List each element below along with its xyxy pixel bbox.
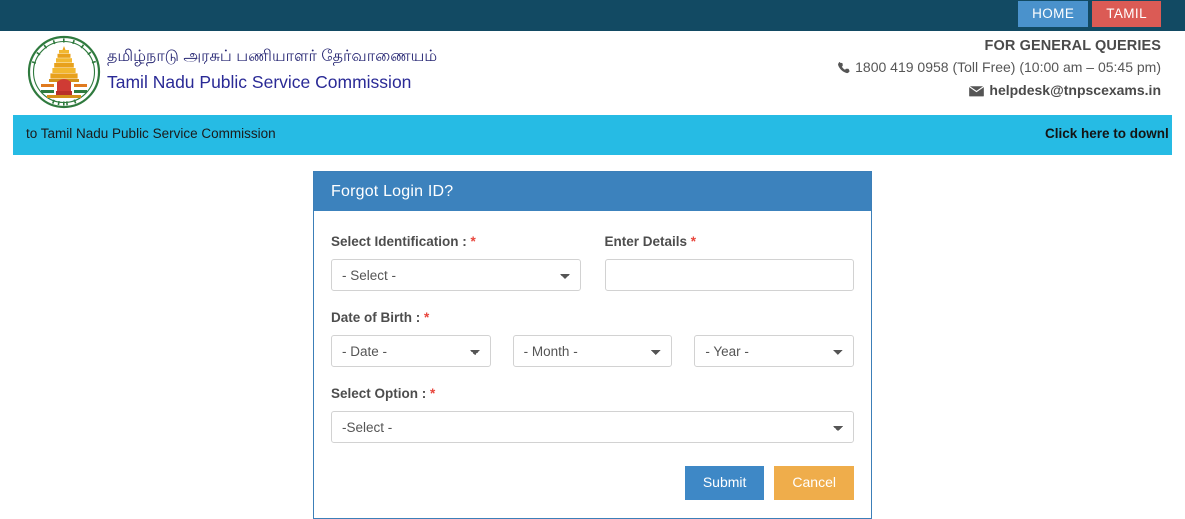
cancel-button[interactable]: Cancel [774, 466, 854, 500]
option-required-marker: * [430, 386, 436, 401]
dob-required-marker: * [424, 310, 430, 325]
helpdesk-email-line: helpdesk@tnpscexams.in [837, 79, 1161, 102]
general-queries-title: FOR GENERAL QUERIES [984, 38, 1161, 54]
emblem-icon [27, 35, 101, 109]
forgot-login-id-panel: Forgot Login ID? Select Identification :… [313, 171, 872, 519]
site-header: தமிழ்நாடு அரசுப் பணியாளர் தேர்வாணையம் Ta… [0, 31, 1185, 114]
panel-header: Forgot Login ID? [314, 172, 871, 211]
dob-selects-row: - Date - - Month - - Year - [331, 335, 855, 367]
identification-details-row: Select Identification : * - Select - Ent… [331, 233, 854, 291]
form-action-buttons: Submit Cancel [331, 466, 854, 500]
home-button[interactable]: HOME [1018, 1, 1089, 27]
marquee-text-left: to Tamil Nadu Public Service Commission [26, 126, 276, 141]
details-input[interactable] [604, 259, 854, 291]
phone-icon [837, 57, 850, 79]
helpline-phone-number: 1800 419 0958 (Toll Free) (10:00 am – 05… [855, 59, 1161, 75]
details-label: Enter Details * [604, 234, 697, 249]
tamil-button[interactable]: TAMIL [1092, 1, 1161, 27]
org-name-tamil: தமிழ்நாடு அரசுப் பணியாளர் தேர்வாணையம் [107, 48, 438, 65]
panel-body: Select Identification : * - Select - Ent… [314, 211, 871, 518]
panel-title: Forgot Login ID? [331, 182, 454, 200]
option-select[interactable]: -Select - [331, 411, 854, 443]
option-label: Select Option : * [331, 386, 436, 401]
dob-field-group: Date of Birth : * - Date - - Month - - Y… [331, 309, 855, 367]
helpdesk-email-address: helpdesk@tnpscexams.in [989, 82, 1161, 98]
top-navigation-bar: HOME TAMIL [0, 0, 1185, 31]
announcement-marquee-bar: to Tamil Nadu Public Service Commission … [13, 115, 1172, 155]
dob-year-select[interactable]: - Year - [694, 335, 855, 367]
tnpsc-emblem-logo[interactable] [27, 34, 101, 110]
marquee-download-link[interactable]: Click here to downl [1045, 126, 1169, 141]
helpline-phone-line: 1800 419 0958 (Toll Free) (10:00 am – 05… [837, 56, 1161, 79]
organization-names: தமிழ்நாடு அரசுப் பணியாளர் தேர்வாணையம் Ta… [107, 46, 437, 94]
identification-field-group: Select Identification : * - Select - [331, 233, 581, 291]
option-field-group: Select Option : * -Select - [331, 385, 854, 443]
dob-month-select[interactable]: - Month - [512, 335, 673, 367]
details-field-group: Enter Details * [604, 233, 854, 291]
dob-label: Date of Birth : * [331, 310, 430, 325]
envelope-icon [969, 80, 985, 102]
details-required-marker: * [690, 234, 697, 249]
identification-required-marker: * [470, 234, 476, 249]
submit-button[interactable]: Submit [684, 466, 765, 500]
dob-date-select[interactable]: - Date - [331, 335, 491, 367]
top-nav-button-group: HOME TAMIL [1018, 1, 1161, 27]
identification-select[interactable]: - Select - [331, 259, 581, 291]
identification-label: Select Identification : * [331, 234, 476, 249]
general-queries-block: FOR GENERAL QUERIES 1800 419 0958 (Toll … [837, 37, 1161, 102]
org-name-english: Tamil Nadu Public Service Commission [107, 72, 412, 92]
